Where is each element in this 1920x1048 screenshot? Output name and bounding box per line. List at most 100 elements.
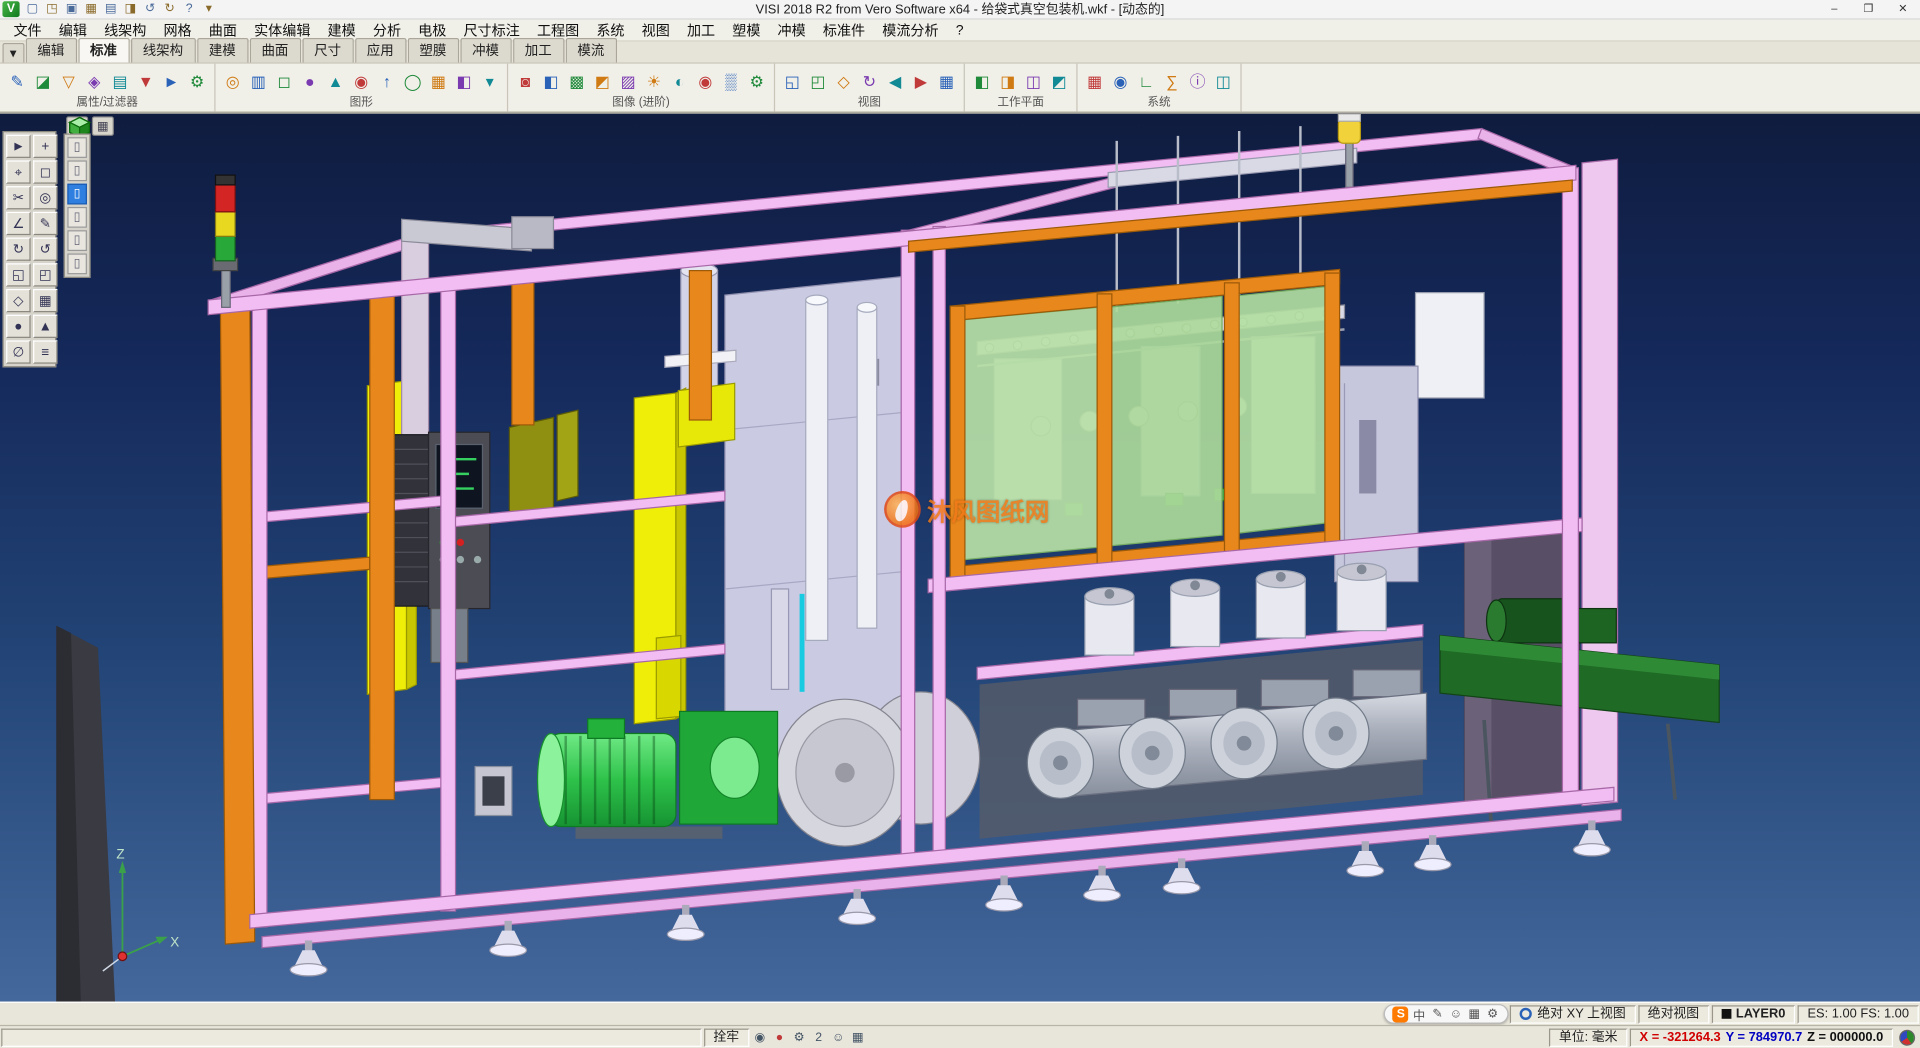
torus-icon[interactable]: ◉ bbox=[349, 67, 373, 94]
ime-pen-icon[interactable]: ✎ bbox=[1430, 1007, 1446, 1020]
workplane-custom-icon[interactable]: ◩ bbox=[1047, 67, 1071, 94]
minimize-button[interactable]: – bbox=[1817, 0, 1851, 18]
background-icon[interactable]: ▒ bbox=[719, 67, 743, 94]
current-view-field[interactable]: 绝对 XY 上视图 bbox=[1510, 1005, 1635, 1023]
tab-wireframe[interactable]: 线架构 bbox=[130, 38, 195, 62]
workplane-yz-icon[interactable]: ◨ bbox=[996, 67, 1020, 94]
session-count[interactable]: 2 bbox=[809, 1028, 829, 1046]
doc-page-icon[interactable]: ▯ bbox=[67, 230, 87, 251]
grid-tray-icon[interactable]: ▦ bbox=[848, 1028, 868, 1046]
previous-view-icon[interactable]: ◀ bbox=[883, 67, 907, 94]
tab-dropdown-icon[interactable]: ▾ bbox=[2, 43, 23, 63]
print-icon[interactable]: ▤ bbox=[102, 1, 120, 18]
menu-item-mold[interactable]: 塑模 bbox=[724, 19, 769, 41]
tab-application[interactable]: 应用 bbox=[355, 38, 406, 62]
gear-icon[interactable]: ⚙ bbox=[185, 67, 209, 94]
tab-surface[interactable]: 曲面 bbox=[249, 38, 300, 62]
zoom-window-tool-icon[interactable]: ◰ bbox=[33, 263, 57, 286]
sheet-icon[interactable]: ▥ bbox=[246, 67, 270, 94]
doc-page-icon[interactable]: ▯ bbox=[67, 253, 87, 274]
image-settings-icon[interactable]: ⚙ bbox=[744, 67, 768, 94]
box-icon[interactable]: ◻ bbox=[272, 67, 296, 94]
lighting-icon[interactable]: ☀ bbox=[642, 67, 666, 94]
tab-machining[interactable]: 加工 bbox=[512, 38, 563, 62]
next-view-icon[interactable]: ▶ bbox=[909, 67, 933, 94]
tab-mold[interactable]: 塑膜 bbox=[407, 38, 458, 62]
trim-icon[interactable]: ✂ bbox=[6, 186, 30, 209]
multi-view-icon[interactable]: ▦ bbox=[934, 67, 958, 94]
tab-edit[interactable]: 编辑 bbox=[25, 38, 76, 62]
shadow-icon[interactable]: ◐ bbox=[667, 67, 691, 94]
calculator-icon[interactable]: ∑ bbox=[1160, 67, 1184, 94]
cone-icon[interactable]: ▲ bbox=[323, 67, 347, 94]
save-icon[interactable]: ▣ bbox=[62, 1, 80, 18]
zoom-window-icon[interactable]: ◰ bbox=[806, 67, 830, 94]
ime-brand-icon[interactable]: S bbox=[1393, 1006, 1409, 1022]
point-tool-icon[interactable]: ● bbox=[6, 315, 30, 338]
extrude-icon[interactable]: ↑ bbox=[375, 67, 399, 94]
circle-tool-icon[interactable]: ◎ bbox=[33, 186, 57, 209]
menu-item-machining[interactable]: 加工 bbox=[678, 19, 723, 41]
tab-dimension[interactable]: 尺寸 bbox=[302, 38, 353, 62]
rotate-tool-icon[interactable]: ↻ bbox=[6, 238, 30, 261]
pattern-icon[interactable]: ▦ bbox=[426, 67, 450, 94]
diameter-tool-icon[interactable]: ∅ bbox=[6, 340, 30, 363]
filter-icon[interactable]: ▽ bbox=[56, 67, 80, 94]
add-point-icon[interactable]: + bbox=[33, 135, 57, 158]
record-icon[interactable]: ● bbox=[770, 1028, 790, 1046]
settings-tray-icon[interactable]: ⚙ bbox=[789, 1028, 809, 1046]
view-mode-field[interactable]: 绝对视图 bbox=[1638, 1005, 1709, 1023]
render-icon[interactable]: ◙ bbox=[513, 67, 537, 94]
layer-field[interactable]: LAYER0 bbox=[1711, 1005, 1795, 1023]
grid-tool-icon[interactable]: ▦ bbox=[33, 289, 57, 312]
ortho-icon[interactable]: ∟ bbox=[1134, 67, 1158, 94]
snap-icon[interactable]: ◉ bbox=[1108, 67, 1132, 94]
parallel-lines-icon[interactable]: ≡ bbox=[33, 340, 57, 363]
ime-emoji-icon[interactable]: ☺ bbox=[1448, 1007, 1464, 1020]
camera-icon[interactable]: ◉ bbox=[693, 67, 717, 94]
cylinder-icon[interactable]: ◎ bbox=[220, 67, 244, 94]
zoom-fit-tool-icon[interactable]: ◱ bbox=[6, 263, 30, 286]
info-icon[interactable]: ⓘ bbox=[1185, 67, 1209, 94]
doc-page-icon[interactable]: ▯ bbox=[67, 137, 87, 158]
display-settings-icon[interactable]: ◫ bbox=[1211, 67, 1235, 94]
hidden-line-icon[interactable]: ◩ bbox=[590, 67, 614, 94]
triangle-tool-icon[interactable]: ▲ bbox=[33, 315, 57, 338]
pan-icon[interactable]: ◇ bbox=[831, 67, 855, 94]
3d-viewport[interactable]: Z X ▤ ▦ ► + ⌖ ◻ ✂ ◎ ∠ ✎ ↻ bbox=[0, 113, 1920, 1002]
attribute-brush-icon[interactable]: ✎ bbox=[5, 67, 29, 94]
angle-measure-icon[interactable]: ∠ bbox=[6, 212, 30, 235]
palette-icon[interactable]: ◨ bbox=[121, 1, 139, 18]
rotate-view-icon[interactable]: ↻ bbox=[857, 67, 881, 94]
capture-icon[interactable]: ◉ bbox=[750, 1028, 770, 1046]
texture-icon[interactable]: ▨ bbox=[616, 67, 640, 94]
save-all-icon[interactable]: ▦ bbox=[82, 1, 100, 18]
ime-keyboard-icon[interactable]: ▦ bbox=[1466, 1007, 1482, 1020]
color-picker-icon[interactable]: ◪ bbox=[31, 67, 55, 94]
tab-flow[interactable]: 模流 bbox=[565, 38, 616, 62]
open-file-icon[interactable]: ◳ bbox=[43, 1, 61, 18]
doc-page-icon[interactable]: ▯ bbox=[67, 160, 87, 181]
close-button[interactable]: ✕ bbox=[1886, 0, 1920, 18]
wireframe-icon[interactable]: ▩ bbox=[564, 67, 588, 94]
doc-page-icon[interactable]: ▯ bbox=[67, 207, 87, 228]
undo-tool-icon[interactable]: ↺ bbox=[33, 238, 57, 261]
tab-standard[interactable]: 标准 bbox=[78, 38, 129, 62]
redo-icon[interactable]: ↻ bbox=[160, 1, 178, 18]
menu-item-die[interactable]: 冲模 bbox=[769, 19, 814, 41]
ime-settings-icon[interactable]: ⚙ bbox=[1485, 1007, 1501, 1020]
grid-icon[interactable]: ▦ bbox=[1082, 67, 1106, 94]
snap-toggle[interactable]: 拴牢 bbox=[704, 1028, 749, 1046]
doc-page-active-icon[interactable]: ▯ bbox=[67, 184, 87, 205]
app-logo-icon[interactable]: V bbox=[2, 1, 19, 17]
workplane-zx-icon[interactable]: ◫ bbox=[1021, 67, 1045, 94]
hole-icon[interactable]: ◯ bbox=[400, 67, 424, 94]
ime-language-icon[interactable]: 中 bbox=[1411, 1005, 1427, 1023]
tab-modeling[interactable]: 建模 bbox=[197, 38, 248, 62]
help-icon[interactable]: ? bbox=[180, 1, 198, 18]
menu-item-standard-parts[interactable]: 标准件 bbox=[814, 19, 873, 41]
selector-icon[interactable]: ► bbox=[159, 67, 183, 94]
filter-advanced-icon[interactable]: ▼ bbox=[133, 67, 157, 94]
user-icon[interactable]: ☺ bbox=[828, 1028, 848, 1046]
magic-wand-icon[interactable]: ◈ bbox=[82, 67, 106, 94]
